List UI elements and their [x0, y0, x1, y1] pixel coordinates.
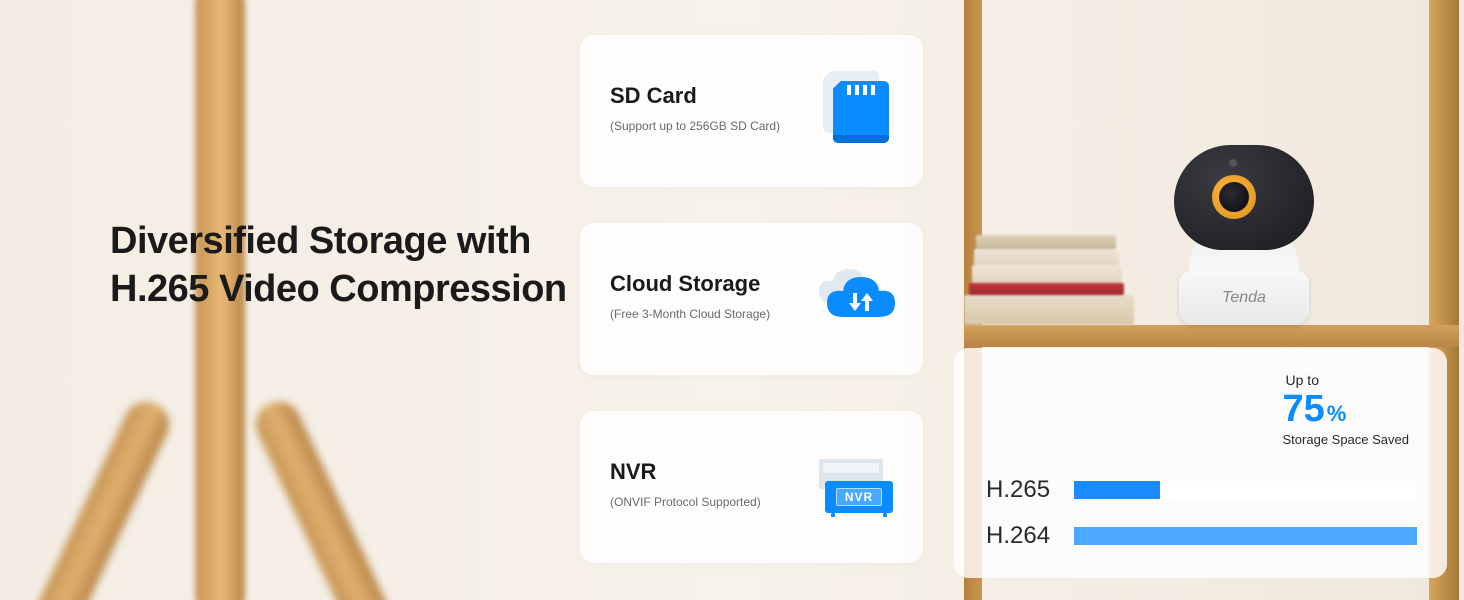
- nvr-icon-label: NVR: [836, 488, 882, 506]
- card-cloud-subtitle: (Free 3-Month Cloud Storage): [610, 307, 815, 321]
- savings-value: 75: [1283, 390, 1325, 428]
- bar-row-h265: H.265: [986, 476, 1417, 504]
- bar-row-h264: H.264: [986, 522, 1417, 550]
- security-camera-device: Tenda: [1164, 145, 1324, 325]
- bar-track: [1074, 527, 1417, 545]
- card-sd-title: SD Card: [610, 83, 815, 109]
- card-cloud: Cloud Storage (Free 3-Month Cloud Storag…: [580, 223, 923, 375]
- savings-upto: Up to: [1286, 372, 1409, 388]
- cloud-storage-icon: [815, 255, 897, 337]
- card-nvr-title: NVR: [610, 459, 815, 485]
- books-stack: [964, 225, 1134, 325]
- card-nvr: NVR (ONVIF Protocol Supported) NVR: [580, 411, 923, 563]
- savings-suffix: %: [1327, 403, 1347, 425]
- card-nvr-subtitle: (ONVIF Protocol Supported): [610, 495, 815, 509]
- bar-fill-h265: [1074, 481, 1160, 499]
- coat-rack-leg: [9, 395, 177, 600]
- page-title-line2: H.265 Video Compression: [110, 268, 567, 310]
- bar-label-h264: H.264: [986, 522, 1074, 550]
- bar-track: [1074, 481, 1417, 499]
- card-sd-subtitle: (Support up to 256GB SD Card): [610, 119, 815, 133]
- savings-stat: Up to 75 % Storage Space Saved: [1283, 372, 1409, 447]
- coat-rack-leg: [249, 395, 417, 600]
- codec-bars: H.265 H.264: [986, 458, 1417, 550]
- card-sd: SD Card (Support up to 256GB SD Card): [580, 35, 923, 187]
- page-title-line1: Diversified Storage with: [110, 220, 531, 262]
- savings-label: Storage Space Saved: [1283, 432, 1409, 447]
- bar-fill-h264: [1074, 527, 1417, 545]
- sd-card-icon: [815, 67, 897, 149]
- storage-options-list: SD Card (Support up to 256GB SD Card) Cl…: [580, 35, 923, 563]
- page-title: Diversified Storage with H.265 Video Com…: [110, 218, 567, 313]
- card-cloud-title: Cloud Storage: [610, 271, 815, 297]
- bar-label-h265: H.265: [986, 476, 1074, 504]
- compression-compare-panel: Up to 75 % Storage Space Saved H.265 H.2…: [954, 348, 1447, 578]
- camera-brand-label: Tenda: [1179, 289, 1309, 307]
- nvr-icon: NVR: [815, 443, 897, 525]
